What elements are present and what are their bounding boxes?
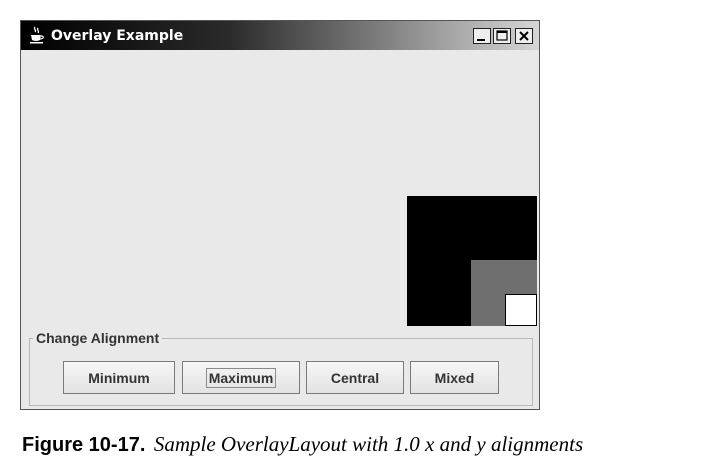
title-bar[interactable]: Overlay Example bbox=[21, 21, 539, 50]
central-button-label: Central bbox=[330, 369, 380, 386]
content-pane: Change Alignment Minimum Maximum Central… bbox=[21, 50, 539, 409]
minimum-button-label: Minimum bbox=[88, 369, 150, 386]
figure-caption: Figure 10-17. Sample OverlayLayout with … bbox=[22, 432, 583, 457]
small-box bbox=[505, 294, 537, 326]
window-title: Overlay Example bbox=[51, 28, 184, 44]
mixed-button[interactable]: Mixed bbox=[410, 361, 499, 394]
figure-description: Sample OverlayLayout with 1.0 x and y al… bbox=[153, 432, 584, 456]
group-title: Change Alignment bbox=[33, 330, 163, 346]
minimize-button[interactable] bbox=[473, 28, 491, 44]
close-icon bbox=[516, 29, 532, 43]
mixed-button-label: Mixed bbox=[434, 369, 475, 386]
central-button[interactable]: Central bbox=[306, 361, 404, 394]
java-cup-icon bbox=[29, 26, 45, 45]
maximize-icon bbox=[494, 29, 510, 43]
minimum-button[interactable]: Minimum bbox=[63, 361, 175, 394]
figure-number: Figure 10-17. bbox=[22, 434, 146, 456]
close-button[interactable] bbox=[515, 28, 533, 44]
maximize-button[interactable] bbox=[493, 28, 511, 44]
overlay-panel bbox=[407, 196, 537, 326]
maximum-button-label: Maximum bbox=[205, 367, 277, 388]
overlay-example-window: Overlay Example Change Alignment Minimum bbox=[20, 20, 540, 410]
maximum-button[interactable]: Maximum bbox=[182, 361, 300, 394]
minimize-icon bbox=[474, 29, 490, 43]
